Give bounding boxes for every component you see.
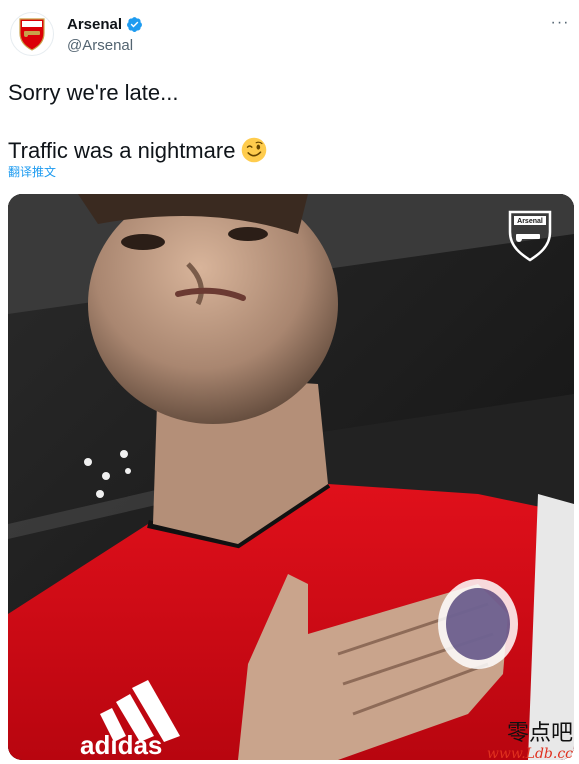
watermark-url: www.Ldb.cc <box>486 746 573 762</box>
tweet-text-line2: Traffic was a nightmare <box>8 138 236 163</box>
watermark-cn: 零点吧 <box>506 721 573 746</box>
tweet-text: Sorry we're late... Traffic was a nightm… <box>8 78 568 165</box>
tweet-media-video[interactable]: adidas Arsenal <box>8 194 574 760</box>
more-horizontal-icon[interactable]: ··· <box>549 12 571 34</box>
name-row: Arsenal <box>67 16 143 33</box>
adidas-wordmark: adidas <box>80 730 162 760</box>
verified-badge-icon <box>127 17 142 32</box>
translate-tweet-link[interactable]: 翻译推文 <box>8 163 56 180</box>
display-name[interactable]: Arsenal <box>67 16 122 33</box>
crest-text: Arsenal <box>517 218 543 225</box>
video-frame: adidas Arsenal <box>8 194 574 760</box>
tweet-text-line1: Sorry we're late... <box>8 80 179 105</box>
user-handle[interactable]: @Arsenal <box>67 37 133 54</box>
avatar[interactable] <box>10 12 54 56</box>
tweet-header: Arsenal @Arsenal ··· <box>0 0 579 66</box>
winking-face-emoji <box>242 137 267 163</box>
site-watermark: 零点吧 www.Ldb.cc <box>486 721 573 763</box>
arsenal-crest-icon <box>19 18 45 51</box>
